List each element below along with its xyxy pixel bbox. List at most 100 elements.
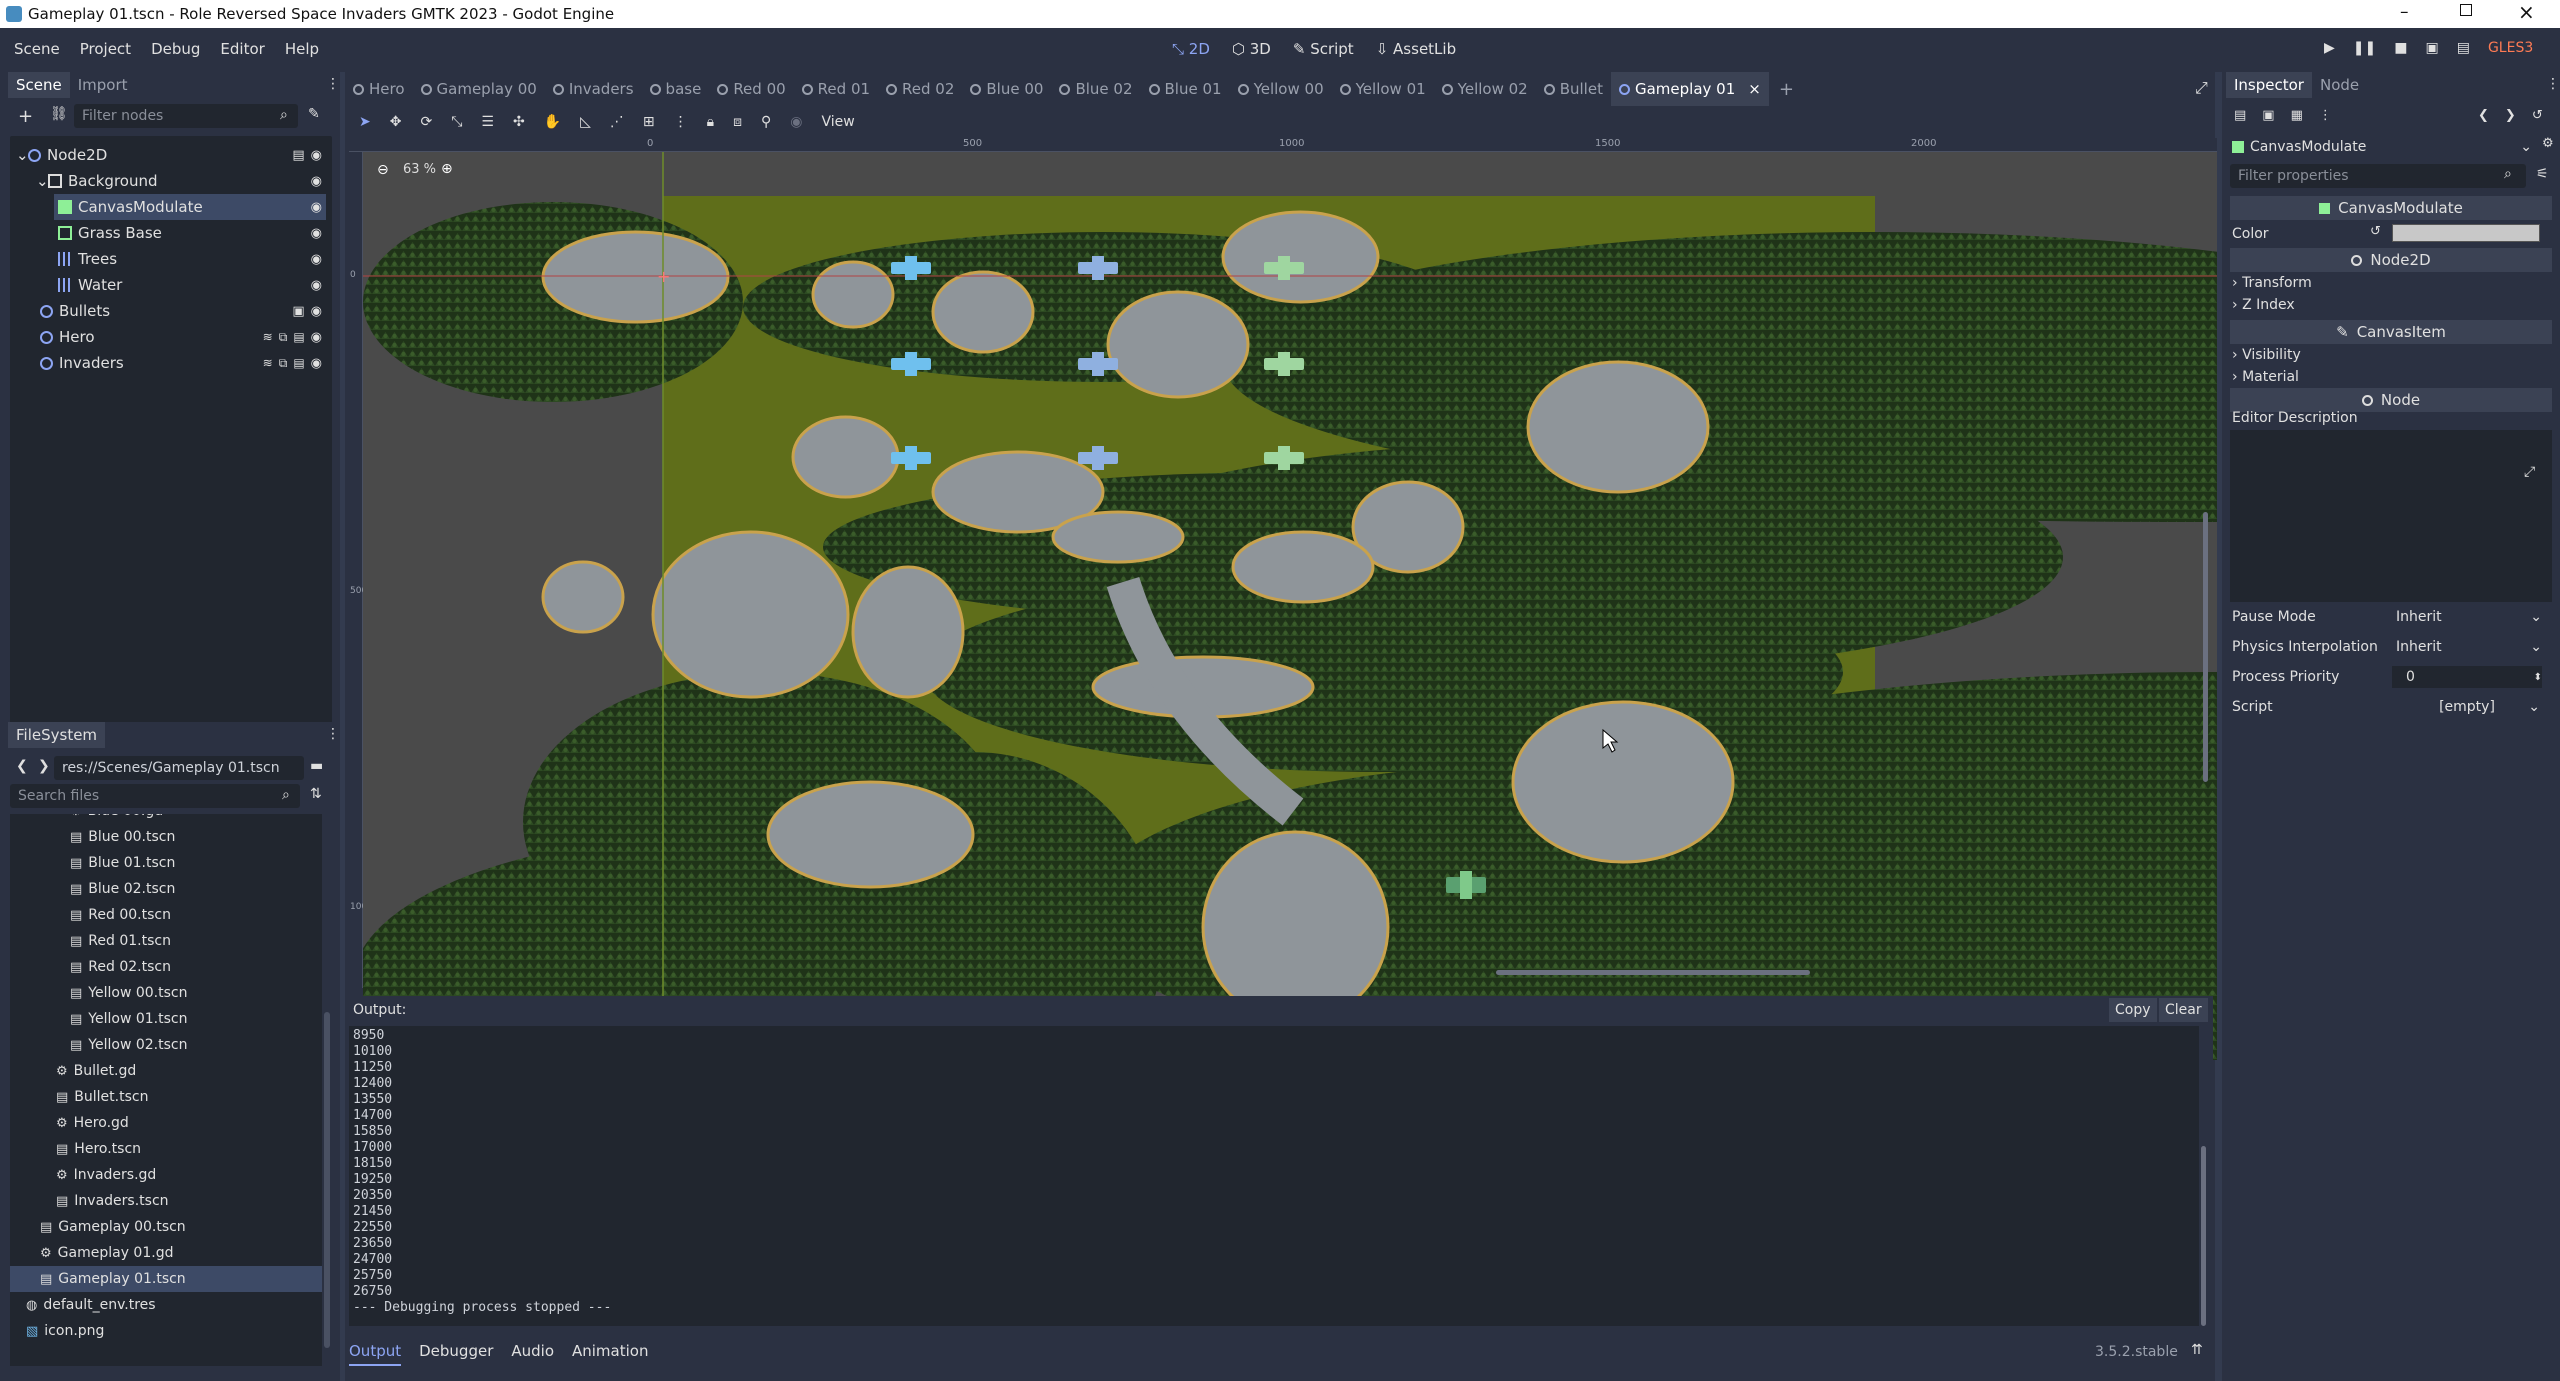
file-item[interactable]: ▤ Red 02.tscn [10, 954, 322, 980]
play-custom-icon[interactable]: ▤ [2457, 40, 2470, 56]
list-select-icon[interactable]: ☰ [481, 114, 494, 130]
editor-tab[interactable]: Yellow 01 [1332, 72, 1434, 106]
sort-icon[interactable]: ⇅ [310, 786, 322, 802]
maximize-icon[interactable] [2460, 4, 2472, 16]
vertical-scrollbar[interactable] [2203, 512, 2208, 782]
pause-icon[interactable]: ❚❚ [2353, 40, 2376, 56]
menu-editor[interactable]: Editor [220, 40, 264, 58]
editor-tab[interactable]: Blue 00 [962, 72, 1051, 106]
file-item[interactable]: ▧ icon.png [10, 1318, 322, 1344]
link-icon[interactable]: ⛓ [50, 106, 68, 122]
filter-options-icon[interactable]: ⚟ [2536, 166, 2549, 182]
file-item[interactable]: ▤ Bullet.tscn [10, 1084, 322, 1110]
add-node-icon[interactable]: + [18, 106, 33, 127]
lock-icon[interactable]: 🔒︎ [707, 114, 714, 130]
file-item[interactable]: ▤ Invaders.tscn [10, 1188, 322, 1214]
visibility-eye-icon[interactable]: ◉ [311, 304, 322, 319]
file-scrollbar[interactable] [324, 1012, 330, 1348]
file-item[interactable]: ▤ Blue 02.tscn [10, 876, 322, 902]
ruler-tool-icon[interactable]: ◺ [580, 114, 591, 130]
process-priority-spinbox[interactable]: 0 ⬍ [2392, 666, 2542, 688]
instance-icon[interactable]: ⧉ [279, 330, 288, 345]
visibility-eye-icon[interactable]: ◉ [311, 356, 322, 371]
editor-tab[interactable]: Red 00 [709, 72, 793, 106]
visibility-eye-icon[interactable]: ◉ [311, 226, 322, 241]
zoom-out-icon[interactable]: ⊖ [377, 162, 389, 178]
move-tool-icon[interactable]: ✥ [390, 114, 402, 130]
workspace-script[interactable]: ✎ Script [1293, 40, 1354, 58]
save-resource-icon[interactable]: ▦ [2291, 108, 2303, 123]
docs-icon[interactable]: ⚙ [2542, 136, 2554, 151]
filter-properties-input[interactable]: Filter properties [2230, 164, 2526, 188]
signal-icon[interactable]: ≋ [263, 356, 273, 370]
split-view-icon[interactable]: ▬ [310, 758, 323, 774]
play-icon[interactable]: ▶ [2324, 40, 2335, 56]
tab-import[interactable]: Import [70, 72, 136, 98]
tree-node-bullets[interactable]: Bullets ▣ ◉ [40, 298, 322, 324]
tab-scene[interactable]: Scene [8, 72, 70, 98]
filter-nodes-input[interactable]: Filter nodes [74, 104, 298, 128]
editor-tab[interactable]: Red 01 [794, 72, 878, 106]
group-icon[interactable]: ▣ [292, 304, 304, 319]
group-visibility[interactable]: › Visibility [2232, 347, 2301, 363]
file-item[interactable]: ▤ Yellow 02.tscn [10, 1032, 322, 1058]
tab-inspector[interactable]: Inspector [2226, 72, 2312, 98]
renderer-label[interactable]: GLES3 [2488, 40, 2533, 56]
camera-override-icon[interactable]: ◉ [790, 114, 802, 130]
visibility-eye-icon[interactable]: ◉ [311, 252, 322, 267]
file-item[interactable]: ⚙ Invaders.gd [10, 1162, 322, 1188]
object-selector[interactable]: CanvasModulate ⌄ [2232, 136, 2532, 158]
physics-interpolation-select[interactable]: Inherit ⌄ [2392, 636, 2542, 658]
workspace-assetlib[interactable]: ⇩ AssetLib [1376, 40, 1456, 58]
tab-animation[interactable]: Animation [572, 1342, 648, 1366]
editor-tab[interactable]: base [642, 72, 710, 106]
forward-icon[interactable]: ❯ [38, 758, 50, 774]
file-item[interactable]: ▤ Hero.tscn [10, 1136, 322, 1162]
rotate-tool-icon[interactable]: ⟳ [420, 114, 432, 130]
tab-node[interactable]: Node [2312, 72, 2367, 98]
file-item[interactable]: ⚙ Gameplay 01.gd [10, 1240, 322, 1266]
horizontal-scrollbar[interactable] [1496, 970, 1810, 975]
tab-audio[interactable]: Audio [511, 1342, 554, 1366]
group-icon[interactable]: ⧈ [733, 114, 742, 130]
menu-scene[interactable]: Scene [14, 40, 60, 58]
pan-tool-icon[interactable]: ✋ [544, 114, 561, 130]
instance-icon[interactable]: ⧉ [279, 356, 288, 371]
script-resource-picker[interactable]: [empty] ⌄ [2392, 696, 2542, 718]
workspace-2d[interactable]: ⤡ 2D [1172, 40, 1210, 58]
file-item[interactable]: ⚙ Blue 00.gd [10, 814, 322, 824]
expand-panel-icon[interactable]: ⇈ [2191, 1342, 2203, 1358]
dock-menu-icon[interactable]: ⋮ [326, 76, 340, 92]
group-material[interactable]: › Material [2232, 369, 2299, 385]
tree-node-hero[interactable]: Hero ≋ ⧉ ▤ ◉ [40, 324, 322, 350]
new-resource-icon[interactable]: ▤ [2234, 108, 2246, 123]
bone-icon[interactable]: ⚲ [761, 114, 771, 130]
expand-icon[interactable]: ⤢ [2524, 464, 2535, 480]
copy-button[interactable]: Copy [2109, 998, 2157, 1022]
dock-menu-icon[interactable]: ⋮ [326, 726, 340, 742]
search-files-input[interactable]: Search files [10, 784, 300, 808]
pivot-tool-icon[interactable]: ✣ [513, 114, 525, 130]
select-tool-icon[interactable]: ➤ [359, 114, 371, 130]
editor-description-field[interactable] [2230, 430, 2552, 602]
output-scrollbar[interactable] [2201, 1146, 2206, 1326]
zoom-in-icon[interactable]: ⊕ [441, 161, 453, 177]
workspace-3d[interactable]: ⬡ 3D [1232, 40, 1271, 58]
new-tab-icon[interactable]: + [1769, 79, 1804, 100]
file-item[interactable]: ▤ Blue 00.tscn [10, 824, 322, 850]
history-back-icon[interactable]: ❮ [2478, 108, 2489, 123]
output-log[interactable]: 8950 10100 11250 12400 13550 14700 15850 17000 1… [349, 1026, 2199, 1326]
visibility-eye-icon[interactable]: ◉ [311, 278, 322, 293]
color-picker-button[interactable] [2392, 224, 2540, 242]
file-item[interactable]: ⚙ Hero.gd [10, 1110, 322, 1136]
file-item[interactable]: ◍ default_env.tres [10, 1292, 322, 1318]
revert-icon[interactable]: ↺ [2370, 224, 2381, 239]
visibility-eye-icon[interactable]: ◉ [311, 174, 322, 189]
script-icon[interactable]: ▤ [293, 356, 304, 370]
stop-icon[interactable]: ■ [2394, 40, 2407, 56]
file-item[interactable]: ▤ Yellow 01.tscn [10, 1006, 322, 1032]
close-window-icon[interactable]: × [2518, 0, 2535, 24]
tree-node-trees[interactable]: Trees ◉ [58, 246, 322, 272]
editor-tab[interactable]: Hero [345, 72, 413, 106]
tab-output[interactable]: Output [349, 1342, 402, 1366]
